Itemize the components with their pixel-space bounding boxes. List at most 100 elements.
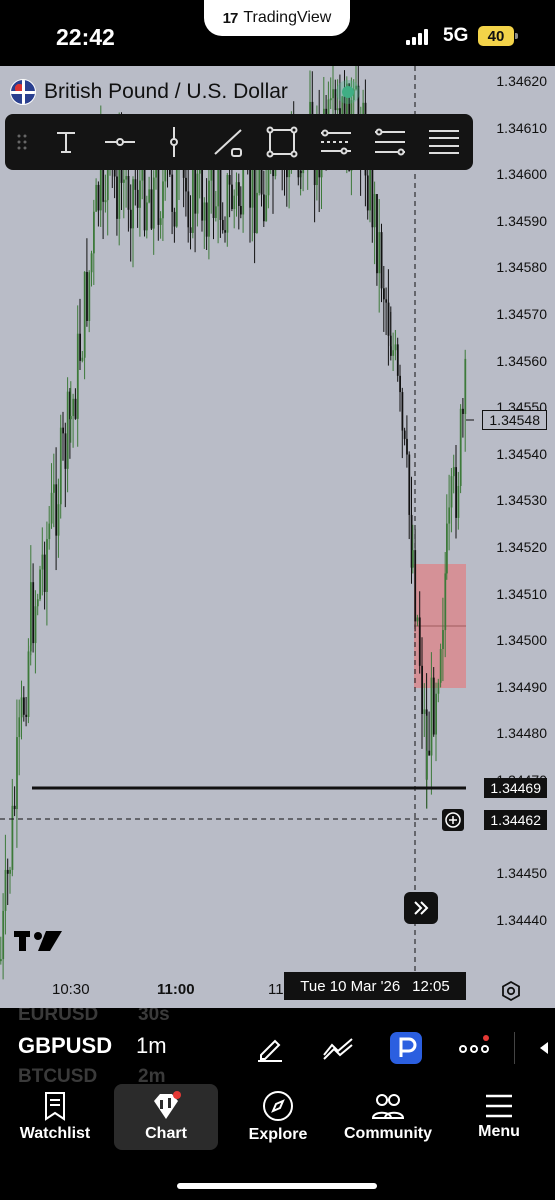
candle-body — [32, 582, 35, 644]
nav-community[interactable]: Community — [334, 1084, 442, 1150]
indicators-icon[interactable] — [320, 1030, 356, 1066]
candle-body — [127, 176, 130, 210]
horizontal-line-icon[interactable] — [93, 114, 147, 170]
candle-body — [201, 163, 203, 221]
price-axis-label: 1.34600 — [496, 166, 547, 183]
candle-body — [418, 617, 421, 666]
candle-body — [148, 189, 151, 203]
candle-body — [226, 175, 229, 233]
candle-body — [439, 648, 442, 683]
collapse-panel-icon[interactable] — [530, 1030, 555, 1066]
interval-selector[interactable]: 1m — [136, 1033, 167, 1059]
candle-body — [235, 182, 238, 196]
candle-body — [212, 161, 215, 218]
chart-candles-icon — [154, 1091, 181, 1119]
candle-body — [446, 523, 448, 574]
candle-body — [392, 350, 395, 356]
trend-line-icon[interactable] — [201, 114, 255, 170]
candle-body — [4, 869, 7, 911]
broker-panel-icon[interactable] — [388, 1030, 424, 1066]
scroll-to-realtime-button[interactable] — [404, 892, 438, 924]
candle-body — [83, 271, 86, 358]
nav-explore-label: Explore — [248, 1126, 308, 1143]
current-price-label: 1.34548 — [482, 410, 547, 430]
candle-body — [406, 438, 408, 455]
price-axis-label: 1.34540 — [496, 445, 547, 462]
candle-body — [57, 504, 60, 536]
candle-body — [39, 569, 41, 600]
nav-menu[interactable]: Menu — [450, 1084, 548, 1150]
home-indicator — [177, 1183, 377, 1189]
candle-body — [329, 98, 332, 101]
menu-lines-icon[interactable] — [417, 114, 471, 170]
candle-body — [394, 344, 397, 351]
add-alert-plus-icon[interactable] — [442, 809, 464, 831]
horizontal-line-price-label: 1.34469 — [484, 778, 547, 798]
nav-chart[interactable]: Chart — [114, 1084, 218, 1150]
candle-body — [253, 160, 256, 234]
candle-body — [125, 176, 128, 180]
candle-body — [256, 192, 258, 234]
nav-explore[interactable]: Explore — [228, 1084, 328, 1150]
candle-body — [95, 184, 98, 212]
candle-body — [444, 573, 447, 631]
price-axis-label: 1.34520 — [496, 539, 547, 555]
nav-watchlist[interactable]: Watchlist — [0, 1084, 110, 1150]
candle-body — [376, 194, 378, 274]
candle-body — [205, 202, 208, 237]
candle-body — [16, 737, 18, 810]
nav-watchlist-label: Watchlist — [19, 1125, 91, 1142]
candle-body — [221, 219, 224, 231]
price-axis-label: 1.34530 — [496, 492, 547, 509]
symbol-selector[interactable]: GBPUSD — [18, 1033, 112, 1059]
candle-body — [203, 202, 206, 221]
symbol-interval-bar: EURUSD 30s GBPUSD 1m BTCUSD 2m — [0, 1008, 555, 1084]
candle-body — [412, 550, 414, 568]
candle-body — [34, 606, 37, 644]
price-axis-label: 1.34510 — [496, 585, 547, 602]
candle-body — [53, 484, 55, 493]
battery-icon: 40 — [478, 26, 518, 46]
chart-settings-icon[interactable] — [500, 980, 522, 1002]
candle-body — [88, 272, 91, 321]
parallel-channel-icon[interactable] — [309, 114, 363, 170]
candle-body — [27, 651, 30, 717]
candle-body — [448, 507, 451, 524]
candle-body — [196, 173, 199, 214]
drawing-pen-icon[interactable] — [252, 1030, 288, 1066]
prev-interval[interactable]: 30s — [138, 1008, 170, 1026]
hamburger-icon — [486, 1094, 512, 1118]
candle-body — [36, 599, 39, 607]
vertical-line-icon[interactable] — [147, 114, 201, 170]
candle-body — [70, 416, 72, 420]
candle-body — [457, 485, 460, 518]
chart-area[interactable] — [0, 66, 555, 1008]
candle-body — [20, 697, 23, 718]
candle-body — [25, 714, 28, 717]
candle-body — [332, 89, 334, 99]
nav-chart-label: Chart — [145, 1125, 187, 1142]
people-icon — [371, 1094, 405, 1119]
crosshair-price-label: 1.34462 — [484, 810, 547, 830]
next-symbol[interactable]: BTCUSD — [18, 1066, 97, 1084]
candle-body — [41, 554, 44, 570]
candle-body — [23, 697, 25, 715]
candle-body — [380, 232, 383, 289]
text-tool-icon[interactable] — [39, 114, 93, 170]
candle-body — [132, 179, 134, 229]
candle-body — [423, 709, 426, 714]
rectangle-icon[interactable] — [255, 114, 309, 170]
drag-handle-icon[interactable] — [5, 114, 39, 170]
candle-body — [187, 191, 190, 228]
signal-icon — [406, 29, 432, 45]
prev-symbol[interactable]: EURUSD — [18, 1008, 98, 1026]
price-axis-label: 1.34440 — [496, 911, 547, 928]
fib-retracement-icon[interactable] — [363, 114, 417, 170]
more-options-icon[interactable] — [456, 1030, 492, 1066]
next-interval[interactable]: 2m — [138, 1066, 165, 1084]
market-status-icon[interactable] — [336, 80, 360, 104]
candle-body — [104, 200, 107, 203]
tradingview-pill[interactable]: 17 TradingView — [204, 0, 350, 36]
symbol-header[interactable]: British Pound / U.S. Dollar — [10, 78, 288, 106]
candle-body — [59, 427, 62, 505]
